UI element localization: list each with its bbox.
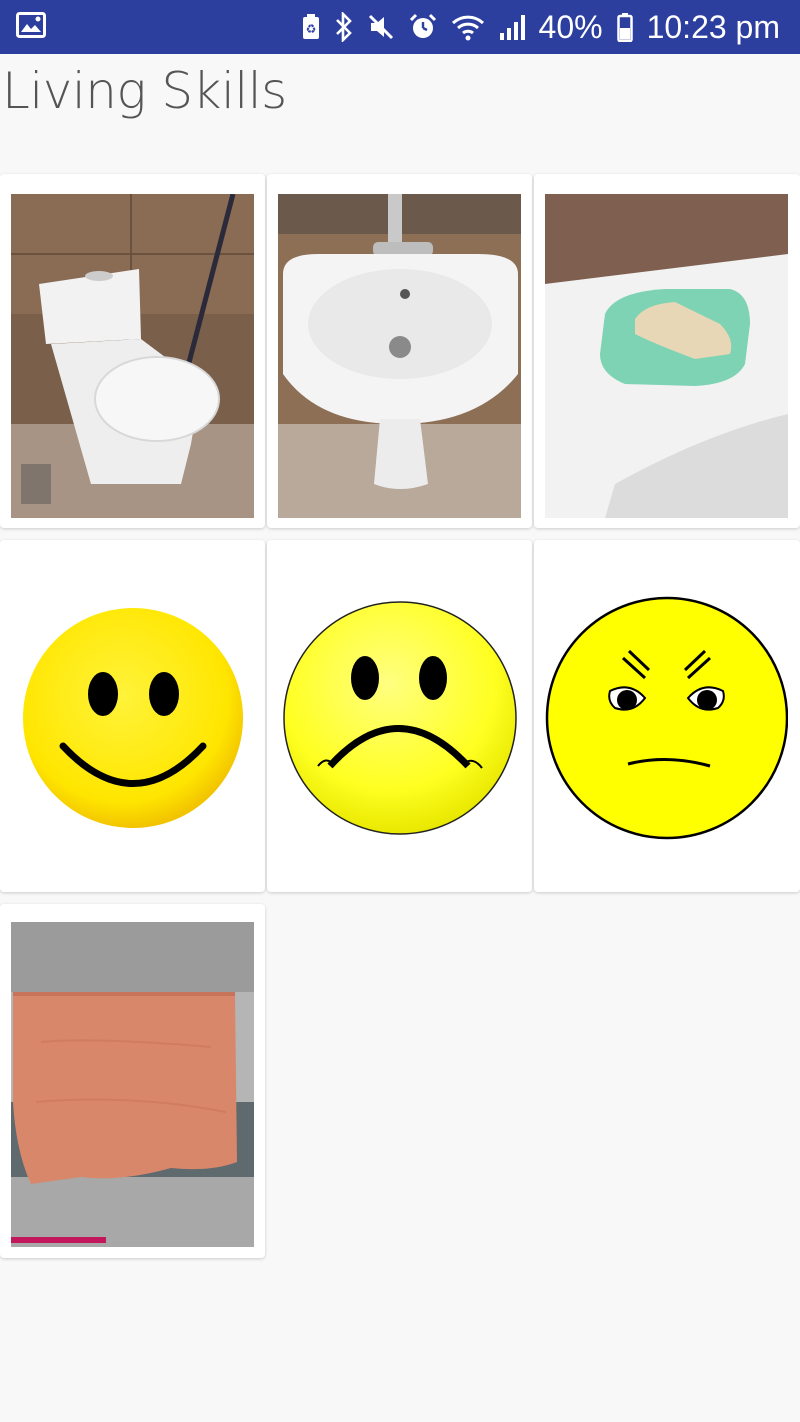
alarm-icon [409,13,437,41]
battery-icon [616,12,633,42]
card-sad-face[interactable] [267,540,532,892]
card-sink[interactable] [267,174,532,528]
status-bar: ♻ 40% 10:23 pm [0,0,800,54]
card-angry-face[interactable] [534,540,800,892]
card-towel[interactable] [0,904,265,1258]
towel-image [11,922,254,1247]
battery-percent: 40% [538,9,603,45]
gallery-icon [16,12,46,42]
angry-face-image [545,596,788,840]
battery-saver-icon: ♻ [301,13,321,41]
toilet-image [11,194,254,518]
svg-text:♻: ♻ [305,22,316,36]
sink-image [278,194,521,518]
card-happy-face[interactable] [0,540,265,892]
clock: 10:23 pm [646,9,780,45]
signal-icon [499,13,525,41]
mute-icon [367,13,395,41]
card-soap[interactable] [534,174,800,528]
sad-face-image [278,596,521,840]
soap-image [545,194,788,518]
card-toilet[interactable] [0,174,265,528]
wifi-icon [451,13,485,41]
happy-face-image [11,596,254,840]
bluetooth-icon [335,12,353,42]
page-title: Living Skills [2,62,287,120]
